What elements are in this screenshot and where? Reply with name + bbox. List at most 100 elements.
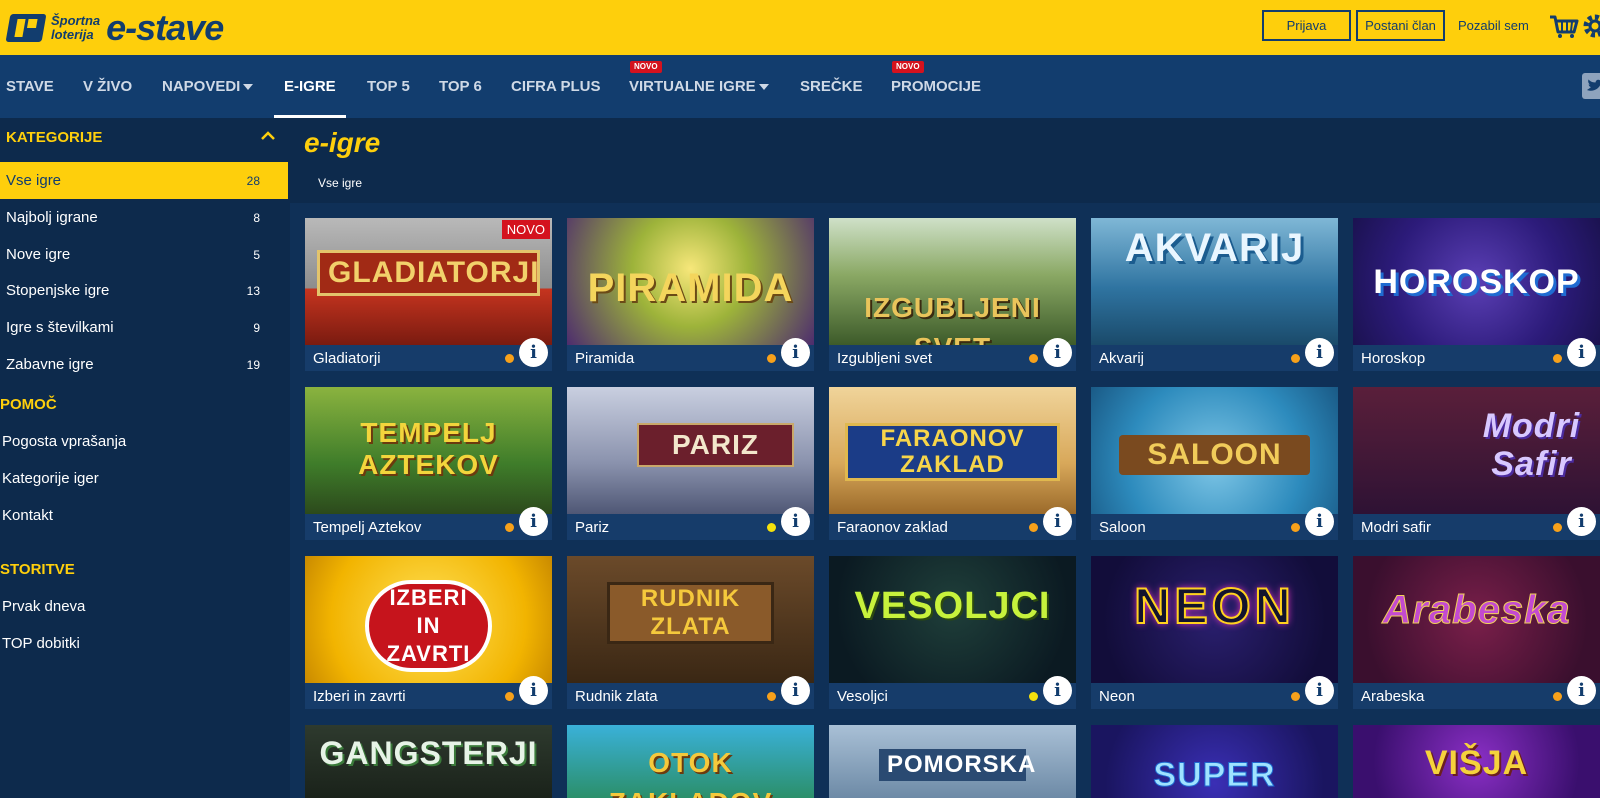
info-icon[interactable]: i — [1567, 507, 1596, 536]
game-thumbnail[interactable]: OTOK ZAKLADOV — [567, 725, 814, 798]
status-dot — [505, 354, 514, 363]
game-thumbnail[interactable]: VIŠJA — [1353, 725, 1600, 798]
game-thumbnail[interactable]: FARAONOV ZAKLAD — [829, 387, 1076, 514]
chevron-up-icon[interactable] — [261, 131, 275, 141]
game-card-visja[interactable]: VIŠJA — [1353, 725, 1600, 798]
game-thumbnail[interactable]: Modri Safir — [1353, 387, 1600, 514]
game-card-pariz[interactable]: PARIZ Pariz i — [567, 387, 814, 540]
game-card-horoskop[interactable]: HOROSKOP Horoskop i — [1353, 218, 1600, 371]
game-thumbnail[interactable]: NEON — [1091, 556, 1338, 683]
info-icon[interactable]: i — [781, 507, 810, 536]
game-card-rudnik-zlata[interactable]: RUDNIK ZLATA Rudnik zlata i — [567, 556, 814, 709]
login-button[interactable]: Prijava — [1262, 10, 1351, 41]
game-name: Akvarij — [1099, 350, 1145, 367]
game-thumbnail[interactable]: TEMPELJ AZTEKOV — [305, 387, 552, 514]
nav-srecke[interactable]: SREČKE — [800, 55, 863, 118]
nav-top-5[interactable]: TOP 5 — [367, 55, 410, 118]
category-all-games[interactable]: Vse igre 28 — [0, 162, 288, 199]
services-heading: STORITVE — [0, 561, 75, 578]
game-card-modri-safir[interactable]: Modri Safir Modri safir i — [1353, 387, 1600, 540]
game-card-tempelj-aztekov[interactable]: TEMPELJ AZTEKOV Tempelj Aztekov i — [305, 387, 552, 540]
category-new-games[interactable]: Nove igre 5 — [0, 236, 288, 273]
game-card-akvarij[interactable]: AKVARIJ Akvarij i — [1091, 218, 1338, 371]
info-icon[interactable]: i — [519, 676, 548, 705]
category-label: Stopenjske igre — [6, 282, 110, 299]
game-card-super[interactable]: SUPER — [1091, 725, 1338, 798]
contact-link[interactable]: Kontakt — [2, 507, 53, 524]
game-thumbnail[interactable]: GANGSTERJI — [305, 725, 552, 798]
game-card-piramida[interactable]: PIRAMIDA Piramida i — [567, 218, 814, 371]
nav-promocije[interactable]: PROMOCIJE — [891, 55, 981, 118]
top-winnings-link[interactable]: TOP dobitki — [2, 635, 80, 652]
game-thumbnail[interactable]: AKVARIJ — [1091, 218, 1338, 345]
nav-e-igre[interactable]: E-IGRE — [274, 55, 346, 118]
info-icon[interactable]: i — [1043, 676, 1072, 705]
cart-icon[interactable] — [1549, 14, 1579, 38]
game-thumbnail[interactable]: IZGUBLJENI SVET — [829, 218, 1076, 345]
daily-champion-link[interactable]: Prvak dneva — [2, 598, 85, 615]
info-icon[interactable]: i — [1567, 338, 1596, 367]
info-icon[interactable]: i — [1567, 676, 1596, 705]
nav-virtualne-igre[interactable]: VIRTUALNE IGRE — [629, 55, 769, 118]
breadcrumb[interactable]: Vse igre — [318, 176, 362, 190]
game-card-pomorska[interactable]: POMORSKA — [829, 725, 1076, 798]
nav-top-6[interactable]: TOP 6 — [439, 55, 482, 118]
status-dot — [1553, 692, 1562, 701]
info-icon[interactable]: i — [1043, 507, 1072, 536]
info-icon[interactable]: i — [781, 338, 810, 367]
register-button[interactable]: Postani član — [1356, 10, 1445, 41]
game-thumbnail[interactable]: IZBERI IN ZAVRTI — [305, 556, 552, 683]
game-name: Faraonov zaklad — [837, 519, 948, 536]
game-card-saloon[interactable]: SALOON Saloon i — [1091, 387, 1338, 540]
forgot-link[interactable]: Pozabil sem — [1458, 18, 1529, 33]
category-number-games[interactable]: Igre s številkami 9 — [0, 309, 288, 346]
sidebar: KATEGORIJE Vse igre 28 Najbolj igrane 8 … — [0, 118, 290, 798]
game-card-gangsterji[interactable]: GANGSTERJI — [305, 725, 552, 798]
game-thumbnail[interactable]: PIRAMIDA — [567, 218, 814, 345]
info-icon[interactable]: i — [519, 338, 548, 367]
game-thumbnail[interactable]: SALOON — [1091, 387, 1338, 514]
game-card-izberi-in-zavrti[interactable]: IZBERI IN ZAVRTI Izberi in zavrti i — [305, 556, 552, 709]
nav-v-zivo[interactable]: V ŽIVO — [83, 55, 132, 118]
thumbnail-title: HOROSKOP — [1373, 263, 1580, 301]
game-card-neon[interactable]: NEON Neon i — [1091, 556, 1338, 709]
game-card-otok-zakladov[interactable]: OTOK ZAKLADOV — [567, 725, 814, 798]
info-icon[interactable]: i — [1043, 338, 1072, 367]
category-most-played[interactable]: Najbolj igrane 8 — [0, 199, 288, 236]
thumbnail-title: OTOK ZAKLADOV — [609, 747, 772, 798]
game-name: Izberi in zavrti — [313, 688, 406, 705]
game-thumbnail[interactable]: PARIZ — [567, 387, 814, 514]
nav-label: E-IGRE — [284, 78, 336, 95]
nav-cifra-plus[interactable]: CIFRA PLUS — [511, 55, 600, 118]
game-bar: Izberi in zavrti i — [305, 676, 552, 709]
game-card-arabeska[interactable]: Arabeska Arabeska i — [1353, 556, 1600, 709]
game-thumbnail[interactable]: VESOLJCI — [829, 556, 1076, 683]
info-icon[interactable]: i — [1305, 676, 1334, 705]
gear-icon[interactable] — [1582, 13, 1600, 39]
game-thumbnail[interactable]: RUDNIK ZLATA — [567, 556, 814, 683]
category-label: Igre s številkami — [6, 319, 114, 336]
twitter-icon[interactable] — [1582, 73, 1600, 99]
game-name: Neon — [1099, 688, 1135, 705]
info-icon[interactable]: i — [519, 507, 548, 536]
category-progressive[interactable]: Stopenjske igre 13 — [0, 272, 288, 309]
game-thumbnail[interactable]: Arabeska — [1353, 556, 1600, 683]
category-fun-games[interactable]: Zabavne igre 19 — [0, 346, 288, 383]
game-categories-link[interactable]: Kategorije iger — [2, 470, 99, 487]
info-icon[interactable]: i — [1305, 507, 1334, 536]
game-card-faraonov-zaklad[interactable]: FARAONOV ZAKLAD Faraonov zaklad i — [829, 387, 1076, 540]
game-card-gladiatorji[interactable]: GLADIATORJI NOVO Gladiatorji i — [305, 218, 552, 371]
nav-napovedi[interactable]: NAPOVEDI — [162, 55, 254, 118]
game-bar: Horoskop i — [1353, 338, 1600, 371]
game-thumbnail[interactable]: HOROSKOP — [1353, 218, 1600, 345]
nav-stave[interactable]: STAVE — [6, 55, 54, 118]
logo[interactable]: Športna loterija e-stave — [5, 7, 224, 48]
info-icon[interactable]: i — [781, 676, 810, 705]
category-count: 8 — [253, 210, 260, 225]
game-thumbnail[interactable]: POMORSKA — [829, 725, 1076, 798]
game-card-vesoljci[interactable]: VESOLJCI Vesoljci i — [829, 556, 1076, 709]
info-icon[interactable]: i — [1305, 338, 1334, 367]
game-thumbnail[interactable]: SUPER — [1091, 725, 1338, 798]
faq-link[interactable]: Pogosta vprašanja — [2, 433, 126, 450]
game-card-izgubljeni-svet[interactable]: IZGUBLJENI SVET Izgubljeni svet i — [829, 218, 1076, 371]
